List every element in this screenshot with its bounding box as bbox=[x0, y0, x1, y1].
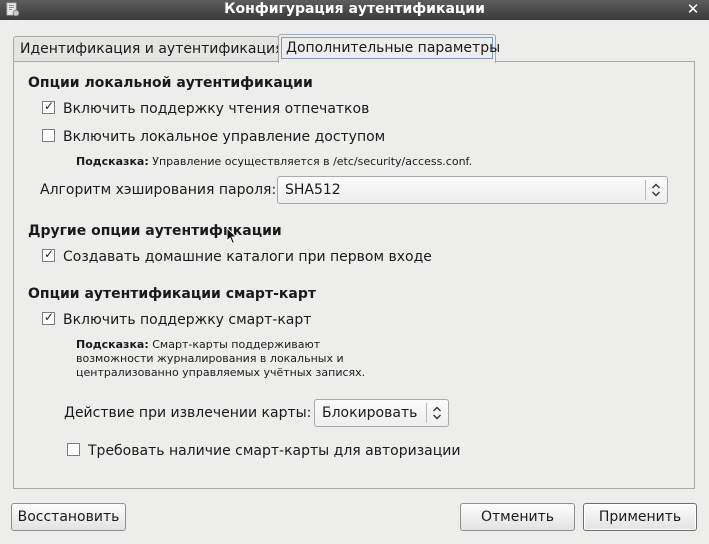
smartcard-hint-line: централизованно управляемых учётных запи… bbox=[76, 366, 366, 379]
fingerprint-checkbox[interactable]: ✓ bbox=[42, 98, 55, 114]
check-icon: ✓ bbox=[43, 309, 55, 324]
access-control-checkbox-row[interactable]: Включить локальное управление доступом bbox=[42, 128, 385, 146]
homedir-checkbox-row[interactable]: ✓ Создавать домашние каталоги при первом … bbox=[42, 246, 432, 266]
hint-prefix: Подсказка: bbox=[76, 155, 149, 168]
smartcard-checkbox[interactable]: ✓ bbox=[42, 309, 55, 325]
access-control-hint: Подсказка: Управление осуществляется в /… bbox=[76, 155, 472, 169]
hint-text: Смарт-карты поддерживают bbox=[152, 338, 321, 351]
smartcard-hint-line: Подсказка: Смарт-карты поддерживают bbox=[76, 338, 365, 352]
section-title-smartcard: Опции аутентификации смарт-карт bbox=[28, 286, 316, 302]
card-removal-select[interactable]: Блокировать bbox=[314, 399, 449, 427]
apply-button[interactable]: Применить bbox=[583, 503, 697, 531]
check-icon: ✓ bbox=[43, 98, 55, 113]
title-bar[interactable]: Конфигурация аутентификации ✕ bbox=[0, 0, 709, 20]
smartcard-label: Включить поддержку смарт-карт bbox=[63, 312, 312, 328]
card-removal-label: Действие при извлечении карты: bbox=[64, 405, 312, 421]
updown-arrows-icon bbox=[426, 403, 448, 423]
smartcard-hint: Подсказка: Смарт-карты поддерживают возм… bbox=[76, 338, 365, 380]
smartcard-hint-line: возможности журналирования в локальных и bbox=[76, 352, 344, 365]
auth-config-window: Конфигурация аутентификации ✕ Идентифика… bbox=[0, 0, 709, 544]
cancel-button[interactable]: Отменить bbox=[460, 503, 575, 531]
hint-text: Управление осуществляется в /etc/securit… bbox=[152, 155, 473, 168]
close-icon[interactable]: ✕ bbox=[686, 0, 700, 20]
fingerprint-checkbox-row[interactable]: ✓ Включить поддержку чтения отпечатков bbox=[42, 98, 370, 118]
require-smartcard-checkbox-row[interactable]: Требовать наличие смарт-карты для автори… bbox=[67, 442, 460, 460]
section-title-local-auth: Опции локальной аутентификации bbox=[28, 75, 313, 91]
smartcard-checkbox-row[interactable]: ✓ Включить поддержку смарт-карт bbox=[42, 309, 312, 329]
hash-algorithm-select[interactable]: SHA512 bbox=[277, 176, 668, 204]
updown-arrows-icon bbox=[645, 180, 667, 200]
require-smartcard-label: Требовать наличие смарт-карты для автори… bbox=[88, 443, 461, 459]
tab-identification[interactable]: Идентификация и аутентификация bbox=[13, 36, 284, 62]
card-removal-value: Блокировать bbox=[322, 405, 418, 421]
restore-button[interactable]: Восстановить bbox=[11, 503, 126, 531]
hash-algorithm-label: Алгоритм хэширования пароля: bbox=[40, 182, 277, 198]
require-smartcard-checkbox[interactable] bbox=[67, 442, 80, 456]
mouse-pointer-icon bbox=[226, 227, 238, 245]
access-control-label: Включить локальное управление доступом bbox=[63, 129, 386, 145]
check-icon: ✓ bbox=[43, 246, 55, 261]
tab-label: Идентификация и аутентификация bbox=[20, 41, 284, 57]
fingerprint-label: Включить поддержку чтения отпечатков bbox=[63, 101, 370, 117]
homedir-label: Создавать домашние каталоги при первом в… bbox=[63, 249, 432, 265]
homedir-checkbox[interactable]: ✓ bbox=[42, 246, 55, 262]
access-control-checkbox[interactable] bbox=[42, 128, 55, 142]
hash-algorithm-value: SHA512 bbox=[285, 182, 341, 198]
window-title: Конфигурация аутентификации bbox=[224, 1, 485, 17]
tab-label: Дополнительные параметры bbox=[281, 37, 500, 59]
section-title-other-auth: Другие опции аутентификации bbox=[28, 223, 282, 239]
hint-prefix: Подсказка: bbox=[76, 338, 149, 351]
tab-advanced-options[interactable]: Дополнительные параметры bbox=[278, 34, 500, 63]
